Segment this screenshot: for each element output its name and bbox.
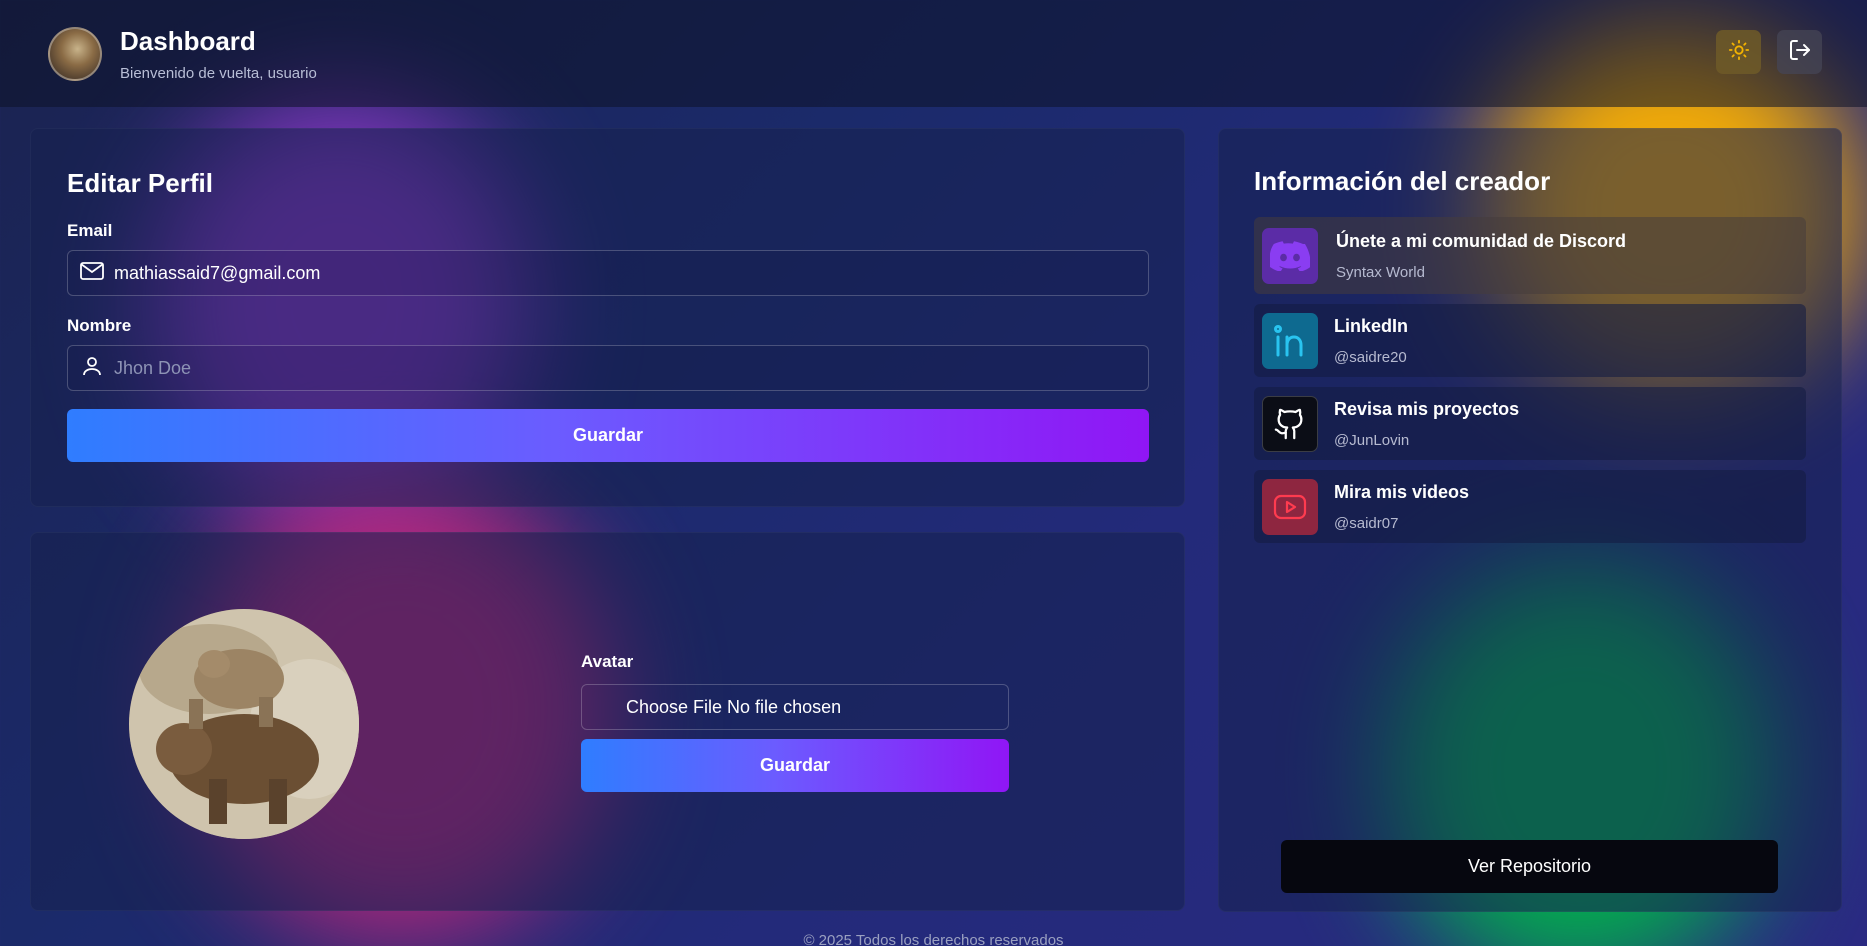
user-icon (80, 354, 104, 383)
link-title: Mira mis videos (1334, 481, 1470, 502)
top-header: Dashboard Bienvenido de vuelta, usuario (0, 0, 1867, 107)
github-icon (1262, 395, 1318, 452)
save-avatar-button[interactable]: Guardar (581, 739, 1009, 792)
logout-button[interactable] (1777, 30, 1822, 74)
link-handle: @JunLovin (1334, 431, 1410, 449)
link-title: LinkedIn (1334, 315, 1409, 336)
link-text: Mira mis videos @saidr07 (1334, 482, 1469, 532)
save-profile-button[interactable]: Guardar (67, 409, 1149, 462)
creator-title: Información del creador (1254, 166, 1551, 196)
link-handle: @saidre20 (1334, 348, 1407, 366)
avatar-file-input[interactable]: Choose File No file chosen (581, 684, 1009, 730)
linkedin-icon (1262, 312, 1318, 369)
link-title: Únete a mi comunidad de Discord (1336, 230, 1627, 251)
youtube-icon (1262, 478, 1318, 535)
link-text: Revisa mis proyectos @JunLovin (1334, 399, 1519, 449)
email-label: Email (67, 221, 113, 240)
user-avatar[interactable] (48, 26, 102, 81)
avatar-preview (129, 609, 359, 839)
creator-info-card: Información del creador Únete a mi comun… (1218, 128, 1842, 912)
welcome-subtitle: Bienvenido de vuelta, usuario (120, 65, 317, 82)
link-discord[interactable]: Únete a mi comunidad de Discord Syntax W… (1254, 217, 1806, 294)
avatar-form: Avatar Choose File No file chosen Guarda… (581, 652, 1009, 792)
name-field[interactable] (67, 345, 1149, 391)
footer-copyright: © 2025 Todos los derechos reservados (803, 932, 1064, 946)
logout-icon (1788, 38, 1812, 67)
edit-profile-card: Editar Perfil Email Nombre Guardar (30, 128, 1185, 507)
link-handle: @saidr07 (1334, 514, 1399, 532)
header-text: Dashboard Bienvenido de vuelta, usuario (120, 25, 317, 82)
theme-toggle-button[interactable] (1716, 30, 1761, 74)
link-linkedin[interactable]: LinkedIn @saidre20 (1254, 304, 1806, 377)
link-handle: Syntax World (1336, 263, 1425, 281)
link-github[interactable]: Revisa mis proyectos @JunLovin (1254, 387, 1806, 460)
name-input[interactable] (114, 357, 1076, 379)
link-youtube[interactable]: Mira mis videos @saidr07 (1254, 470, 1806, 543)
name-label: Nombre (67, 316, 132, 335)
discord-icon (1262, 227, 1318, 284)
avatar-card: Avatar Choose File No file chosen Guarda… (30, 532, 1185, 911)
link-text: LinkedIn @saidre20 (1334, 316, 1408, 366)
link-text: Únete a mi comunidad de Discord Syntax W… (1336, 231, 1626, 281)
email-input[interactable] (114, 262, 1076, 284)
sun-icon (1728, 39, 1750, 66)
mail-icon (80, 261, 104, 286)
email-field[interactable] (67, 250, 1149, 296)
view-repository-button[interactable]: Ver Repositorio (1281, 840, 1778, 893)
link-title: Revisa mis proyectos (1334, 398, 1520, 419)
page-title: Dashboard (120, 26, 256, 56)
avatar-label: Avatar (581, 652, 634, 671)
edit-profile-title: Editar Perfil (67, 168, 213, 198)
